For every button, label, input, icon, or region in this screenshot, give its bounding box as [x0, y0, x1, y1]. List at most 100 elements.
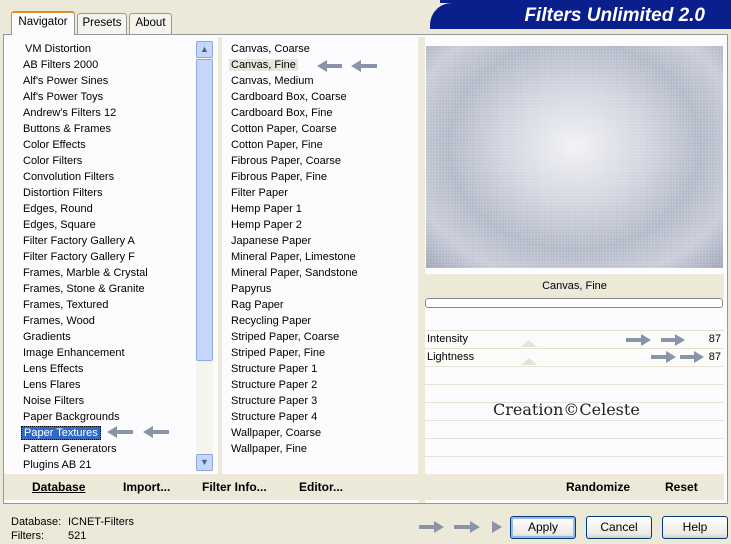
cancel-button[interactable]: Cancel — [586, 516, 652, 539]
category-item[interactable]: Filter Factory Gallery A — [23, 233, 148, 249]
filter-item[interactable]: Canvas, Medium — [231, 73, 358, 89]
category-item[interactable]: Buttons & Frames — [23, 121, 148, 137]
category-item-label: Convolution Filters — [23, 171, 115, 183]
filter-list[interactable]: Canvas, Coarse Canvas, Fine Canvas, Medium… — [229, 41, 358, 457]
filter-item-label: Fibrous Paper, Coarse — [231, 155, 342, 167]
category-item[interactable]: Convolution Filters — [23, 169, 148, 185]
scroll-down-button[interactable]: ▼ — [196, 454, 213, 471]
param-lightness-value: 87 — [708, 351, 721, 363]
category-item[interactable]: AB Filters 2000 — [23, 57, 148, 73]
editor-button[interactable]: Editor... — [299, 480, 343, 494]
param-slot-3 — [425, 366, 724, 383]
category-item-label: Noise Filters — [23, 395, 85, 407]
filter-item[interactable]: Cardboard Box, Coarse — [231, 89, 358, 105]
filter-item-label: Structure Paper 4 — [231, 411, 318, 423]
category-item[interactable]: Color Effects — [23, 137, 148, 153]
filter-item-label: Wallpaper, Fine — [231, 443, 308, 455]
filter-item-label: Striped Paper, Fine — [231, 347, 326, 359]
filter-item-label: Structure Paper 2 — [231, 379, 318, 391]
category-item[interactable]: Frames, Wood — [23, 313, 148, 329]
filter-item-label: Cardboard Box, Fine — [231, 107, 333, 119]
tab-presets[interactable]: Presets — [77, 13, 127, 34]
preview-filter-name: Canvas, Fine — [425, 274, 724, 298]
pointer-arrow-icon — [317, 60, 377, 72]
category-item-label: Color Filters — [23, 155, 83, 167]
category-item-label: Pattern Generators — [23, 443, 117, 455]
category-item-label: Plugins AB 21 — [23, 459, 92, 471]
filter-item[interactable]: Hemp Paper 1 — [231, 201, 358, 217]
category-item[interactable]: Lens Flares — [23, 377, 148, 393]
category-item[interactable]: Paper Backgrounds — [23, 409, 148, 425]
filter-item[interactable]: Wallpaper, Coarse — [231, 425, 358, 441]
filter-item[interactable]: Structure Paper 4 — [231, 409, 358, 425]
filter-item[interactable]: Wallpaper, Fine — [231, 441, 358, 457]
category-list[interactable]: VM Distortion AB Filters 2000 Alf's Power … — [21, 41, 148, 473]
filter-item-label: Japanese Paper — [231, 235, 312, 247]
category-item[interactable]: VM Distortion — [23, 41, 148, 57]
filter-item[interactable]: Fibrous Paper, Coarse — [231, 153, 358, 169]
category-item[interactable]: Edges, Round — [23, 201, 148, 217]
category-item-label: Alf's Power Toys — [23, 91, 104, 103]
category-item[interactable]: Frames, Marble & Crystal — [23, 265, 148, 281]
filter-item[interactable]: Cardboard Box, Fine — [231, 105, 358, 121]
filter-item[interactable]: Recycling Paper — [231, 313, 358, 329]
slider-marker-icon[interactable] — [521, 358, 537, 365]
category-item[interactable]: Alf's Power Toys — [23, 89, 148, 105]
category-item[interactable]: Gradients — [23, 329, 148, 345]
scroll-up-button[interactable]: ▲ — [196, 41, 213, 58]
filter-item-label: Wallpaper, Coarse — [231, 427, 322, 439]
filter-item[interactable]: Structure Paper 2 — [231, 377, 358, 393]
filter-item-label: Canvas, Fine — [229, 59, 298, 71]
filter-item[interactable]: Striped Paper, Fine — [231, 345, 358, 361]
category-item[interactable]: Distortion Filters — [23, 185, 148, 201]
category-item-label: Filter Factory Gallery A — [23, 235, 135, 247]
category-item[interactable]: Pattern Generators — [23, 441, 148, 457]
category-item[interactable]: Filter Factory Gallery F — [23, 249, 148, 265]
tab-navigator[interactable]: Navigator — [11, 11, 75, 35]
slider-marker-icon[interactable] — [521, 340, 537, 347]
category-item[interactable]: Frames, Textured — [23, 297, 148, 313]
category-item[interactable]: Alf's Power Sines — [23, 73, 148, 89]
category-item-label: Image Enhancement — [23, 347, 125, 359]
randomize-button[interactable]: Randomize — [566, 480, 630, 494]
watermark-credit: Creation©Celeste — [493, 400, 640, 419]
category-item-label: Gradients — [23, 331, 71, 343]
filter-item[interactable]: Striped Paper, Coarse — [231, 329, 358, 345]
filter-item[interactable]: Mineral Paper, Limestone — [231, 249, 358, 265]
filter-item[interactable]: Papyrus — [231, 281, 358, 297]
tab-about[interactable]: About — [129, 13, 172, 34]
category-item[interactable]: Andrew's Filters 12 — [23, 105, 148, 121]
param-intensity-value: 87 — [708, 333, 721, 345]
filter-item[interactable]: Rag Paper — [231, 297, 358, 313]
filter-item[interactable]: Cotton Paper, Fine — [231, 137, 358, 153]
category-item[interactable]: Plugins AB 21 — [23, 457, 148, 473]
filter-item[interactable]: Filter Paper — [231, 185, 358, 201]
filter-item[interactable]: Cotton Paper, Coarse — [231, 121, 358, 137]
category-item-label: Lens Flares — [23, 379, 81, 391]
database-button[interactable]: Database — [32, 480, 85, 494]
filter-item-label: Cotton Paper, Coarse — [231, 123, 337, 135]
filter-item[interactable]: Hemp Paper 2 — [231, 217, 358, 233]
filter-item[interactable]: Canvas, Coarse — [231, 41, 358, 57]
filter-item[interactable]: Fibrous Paper, Fine — [231, 169, 358, 185]
category-item[interactable]: Edges, Square — [23, 217, 148, 233]
pointer-arrow-icon — [107, 426, 169, 438]
help-button[interactable]: Help — [662, 516, 728, 539]
import-button[interactable]: Import... — [123, 480, 170, 494]
reset-button[interactable]: Reset — [665, 480, 698, 494]
filter-item-label: Mineral Paper, Sandstone — [231, 267, 358, 279]
filter-info-button[interactable]: Filter Info... — [202, 480, 267, 494]
filter-item[interactable]: Structure Paper 1 — [231, 361, 358, 377]
scroll-thumb[interactable] — [196, 59, 213, 361]
category-item[interactable]: Noise Filters — [23, 393, 148, 409]
category-item[interactable]: Frames, Stone & Granite — [23, 281, 148, 297]
app-title-banner: Filters Unlimited 2.0 — [430, 3, 731, 29]
filter-item[interactable]: Japanese Paper — [231, 233, 358, 249]
filter-item[interactable]: Mineral Paper, Sandstone — [231, 265, 358, 281]
category-item[interactable]: Image Enhancement — [23, 345, 148, 361]
apply-button[interactable]: Apply — [510, 516, 576, 539]
category-item[interactable]: Lens Effects — [23, 361, 148, 377]
filter-item[interactable]: Structure Paper 3 — [231, 393, 358, 409]
category-item[interactable]: Color Filters — [23, 153, 148, 169]
category-scrollbar[interactable]: ▲ ▼ — [196, 41, 213, 471]
